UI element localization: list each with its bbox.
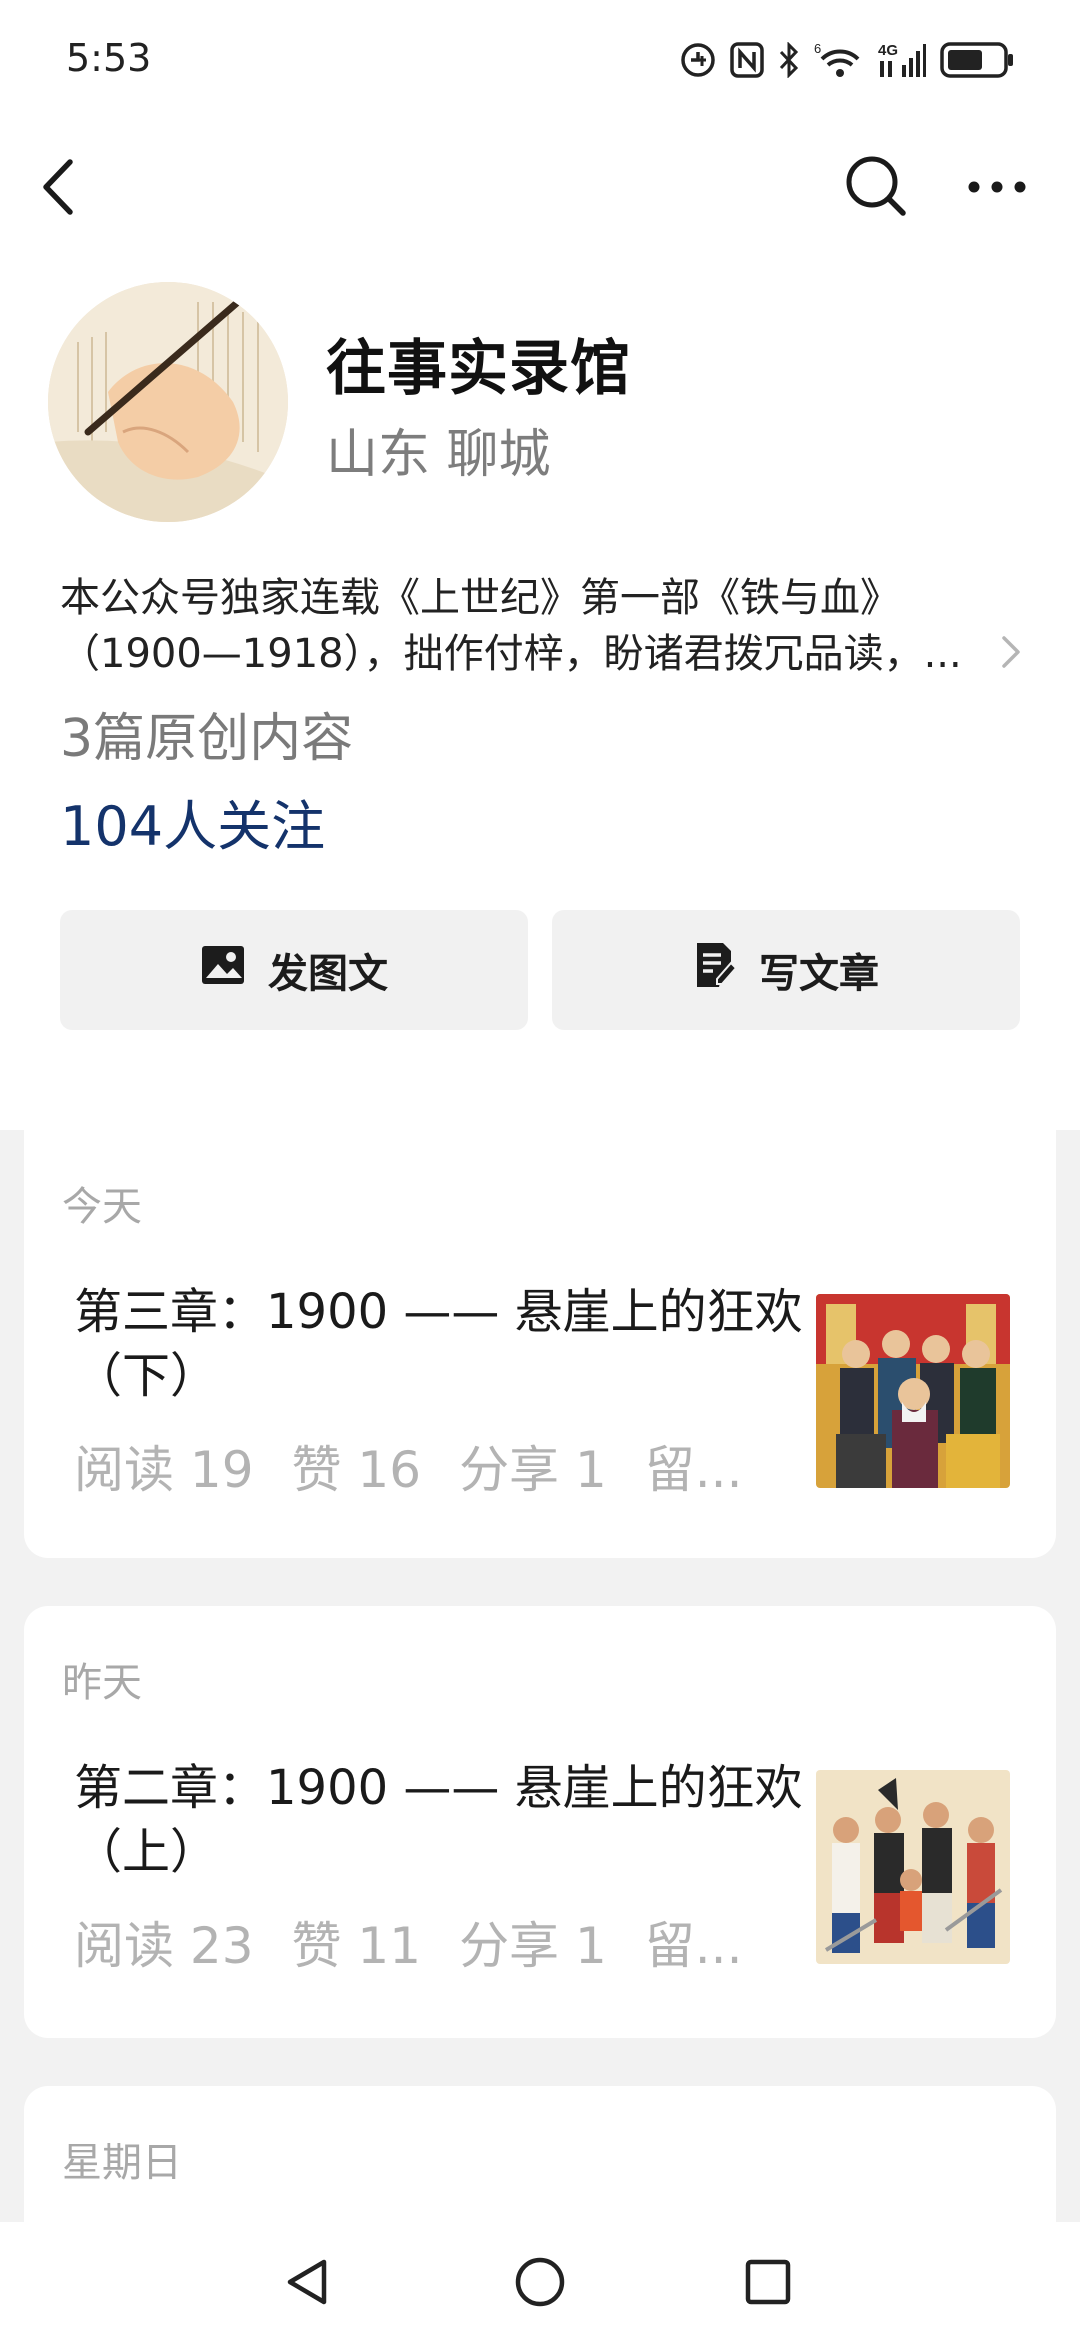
share-count: 分享 1: [459, 1917, 607, 1975]
share-count: 分享 1: [459, 1441, 607, 1499]
post-title[interactable]: 第二章：1900 —— 悬崖上的狂欢（上）: [74, 1756, 814, 1884]
image-post-button[interactable]: 发图文: [60, 910, 528, 1030]
post-thumbnail[interactable]: [816, 1294, 1010, 1488]
like-count: 赞 11: [291, 1917, 422, 1975]
post-stats: 阅读 23 赞 11 分享 1 留...: [74, 1906, 774, 1978]
system-home-icon[interactable]: [510, 2252, 570, 2312]
read-count: 阅读 19: [74, 1441, 254, 1499]
post-card[interactable]: 昨天 第二章：1900 —— 悬崖上的狂欢（上） 阅读 23 赞 11 分享 1…: [24, 1606, 1056, 2038]
followers-count[interactable]: 104人关注: [60, 782, 325, 861]
post-date: 今天: [62, 1184, 142, 1230]
status-bar: 5:53 6 4G: [0, 0, 1080, 120]
post-thumbnail[interactable]: [816, 1770, 1010, 1964]
status-time: 5:53: [66, 36, 152, 80]
bluetooth-icon: [778, 42, 800, 78]
post-date: 昨天: [62, 1660, 142, 1706]
original-content-count[interactable]: 3篇原创内容: [60, 696, 353, 771]
system-recent-apps-icon[interactable]: [738, 2252, 798, 2312]
read-count: 阅读 23: [74, 1917, 254, 1975]
battery-icon: [940, 41, 1014, 79]
account-name: 往事实录馆: [326, 334, 631, 404]
write-article-button[interactable]: 写文章: [552, 910, 1020, 1030]
back-icon[interactable]: [36, 150, 86, 224]
network-label: 4G: [878, 42, 898, 59]
wifi-badge: 6: [814, 41, 821, 56]
post-stats: 阅读 19 赞 16 分享 1 留...: [74, 1430, 774, 1502]
search-icon[interactable]: [842, 152, 912, 222]
account-bio[interactable]: 本公众号独家连载《上世纪》第一部《铁与血》 （1900—1918），拙作付梓，盼…: [60, 570, 990, 682]
comment-count: 留...: [644, 1917, 743, 1975]
system-nav-bar: [0, 2222, 1080, 2340]
wifi-6-icon: 6: [814, 41, 864, 79]
post-title[interactable]: 第三章：1900 —— 悬崖上的狂欢（下）: [74, 1280, 814, 1408]
account-location: 山东 聊城: [326, 425, 551, 485]
like-count: 赞 16: [291, 1441, 422, 1499]
more-icon[interactable]: [962, 160, 1032, 214]
bio-line-1: 本公众号独家连载《上世纪》第一部《铁与血》: [60, 575, 900, 621]
comment-count: 留...: [644, 1441, 743, 1499]
post-date: 星期日: [62, 2140, 182, 2186]
image-post-label: 发图文: [268, 951, 388, 997]
nfc-icon: [730, 42, 764, 78]
system-back-icon[interactable]: [278, 2252, 338, 2312]
4g-signal-icon: 4G: [878, 41, 926, 79]
chevron-right-icon[interactable]: [998, 632, 1024, 672]
status-icons: 6 4G: [680, 38, 1014, 82]
bio-line-2: （1900—1918），拙作付梓，盼诸君拨冗品读，...: [60, 631, 962, 677]
image-icon: [200, 944, 246, 996]
edit-document-icon: [693, 941, 738, 999]
write-article-label: 写文章: [759, 951, 879, 997]
avatar[interactable]: [48, 282, 288, 522]
alarm-icon: [680, 42, 716, 78]
post-card[interactable]: 今天 第三章：1900 —— 悬崖上的狂欢（下） 阅读 19 赞 16 分享 1…: [24, 1130, 1056, 1558]
